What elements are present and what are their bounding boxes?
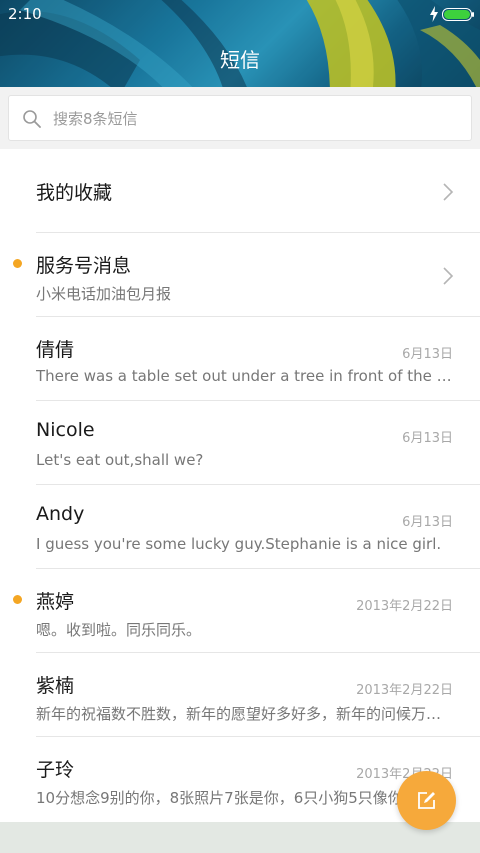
app-header: 2:10 短信 (0, 0, 480, 87)
search-box[interactable] (8, 95, 472, 141)
conversation-preview: 嗯。收到啦。同乐同乐。 (36, 621, 202, 639)
list-item-service-messages[interactable]: 服务号消息 小米电话加油包月报 (0, 233, 480, 317)
chevron-right-icon (443, 267, 454, 285)
page-title: 短信 (220, 48, 260, 72)
list-item[interactable]: 燕婷 2013年2月22日 嗯。收到啦。同乐同乐。 (0, 569, 480, 653)
list-item[interactable]: 倩倩 6月13日 There was a table set out under… (0, 317, 480, 401)
conversation-preview: 小米电话加油包月报 (36, 285, 172, 303)
list-item[interactable]: Nicole 6月13日 Let's eat out,shall we? (0, 401, 480, 485)
status-time: 2:10 (8, 5, 42, 23)
conversation-name: Andy (36, 503, 85, 525)
conversation-name: 倩倩 (36, 339, 75, 361)
status-bar: 2:10 (0, 0, 480, 28)
conversation-name: Nicole (36, 419, 95, 441)
search-icon (23, 110, 41, 128)
conversation-name: 紫楠 (36, 675, 75, 697)
conversation-name: 子玲 (36, 759, 75, 781)
conversation-preview: There was a table set out under a tree i… (36, 367, 454, 385)
battery-icon (442, 8, 474, 21)
unread-dot (13, 595, 22, 604)
list-item-favorites[interactable]: 我的收藏 (0, 149, 480, 233)
list-item[interactable]: Andy 6月13日 I guess you're some lucky guy… (0, 485, 480, 569)
chevron-right-icon (443, 183, 454, 201)
compose-button[interactable] (397, 771, 456, 830)
bottom-bar (0, 822, 480, 853)
conversation-list: 我的收藏 服务号消息 小米电话加油包月报 倩倩 6月13日 There was … (0, 149, 480, 821)
conversation-preview: 10分想念9别的你，8张照片7张是你，6只小狗5只像你 (36, 789, 403, 807)
conversation-date: 6月13日 (402, 431, 453, 446)
unread-dot (13, 259, 22, 268)
conversation-name: 我的收藏 (36, 182, 113, 204)
conversation-date: 2013年2月22日 (356, 683, 453, 698)
conversation-preview: 新年的祝福数不胜数，新年的愿望好多好多，新年的问候万万千千 (36, 705, 454, 723)
conversation-name: 燕婷 (36, 591, 75, 613)
conversation-date: 6月13日 (402, 515, 453, 530)
compose-icon (418, 792, 435, 809)
conversation-preview: I guess you're some lucky guy.Stephanie … (36, 535, 442, 553)
conversation-name: 服务号消息 (36, 255, 132, 277)
conversation-date: 2013年2月22日 (356, 599, 453, 614)
search-input[interactable] (53, 106, 453, 132)
charge-icon (430, 6, 438, 22)
conversation-preview: Let's eat out,shall we? (36, 451, 204, 469)
conversation-date: 6月13日 (402, 347, 453, 362)
search-area (0, 87, 480, 149)
list-item[interactable]: 紫楠 2013年2月22日 新年的祝福数不胜数，新年的愿望好多好多，新年的问候万… (0, 653, 480, 737)
